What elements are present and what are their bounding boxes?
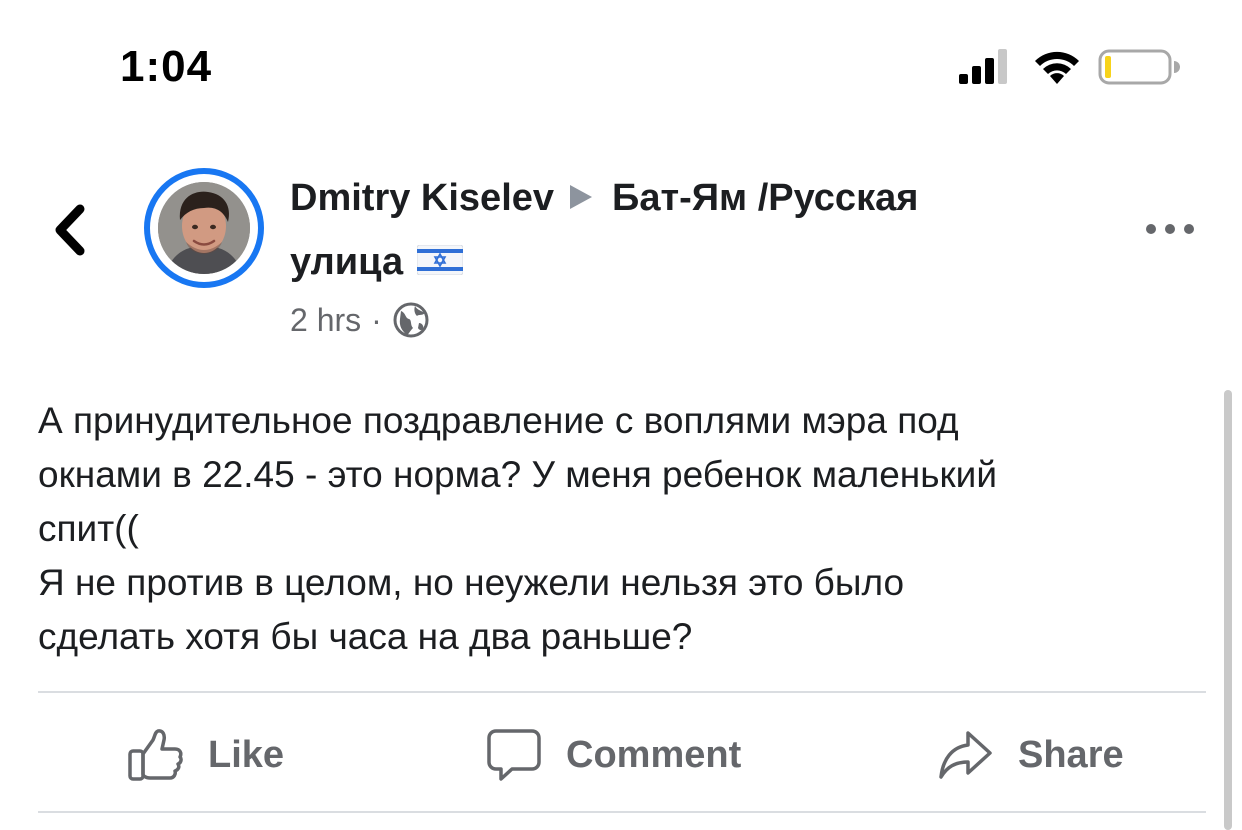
divider — [38, 691, 1206, 693]
post-text-line: Я не против в целом, но неужели нельзя э… — [38, 562, 905, 603]
comment-button[interactable]: Comment — [486, 722, 741, 788]
post-header-title: Dmitry Kiselev Бат-Ям /Русская улица — [290, 166, 1050, 294]
status-time: 1:04 — [120, 42, 213, 91]
group-name-line1: Бат-Ям /Русская — [612, 177, 919, 219]
share-label: Share — [1018, 733, 1124, 776]
author-name[interactable]: Dmitry Kiselev — [290, 177, 554, 219]
wifi-icon — [1035, 51, 1079, 84]
post-text-line: спит(( — [38, 508, 139, 549]
author-avatar[interactable] — [144, 168, 264, 288]
share-arrow-icon — [939, 731, 992, 779]
post-text: А принудительное поздравление с воплями … — [38, 394, 1208, 664]
israel-flag-icon — [417, 244, 464, 275]
cellular-signal-icon — [959, 49, 1007, 84]
post-text-line: А принудительное поздравление с воплями … — [38, 400, 959, 441]
more-options-button[interactable] — [1140, 214, 1200, 244]
back-button[interactable] — [40, 195, 100, 265]
post-timestamp[interactable]: 2 hrs — [290, 302, 361, 338]
globe-icon[interactable] — [392, 301, 430, 339]
status-bar: 1:04 — [0, 0, 1242, 130]
post-text-line: окнами в 22.45 - это норма? У меня ребен… — [38, 454, 998, 495]
group-name-line2: улица — [290, 241, 404, 283]
post-meta: 2 hrs · — [290, 300, 430, 342]
like-label: Like — [208, 733, 285, 776]
avatar-photo — [158, 182, 250, 274]
meta-separator: · — [371, 302, 382, 338]
divider — [38, 811, 1206, 813]
post-text-line: сделать хотя бы часа на два раньше? — [38, 616, 693, 657]
shared-to-arrow-icon — [570, 184, 593, 209]
scrollbar[interactable] — [1224, 390, 1232, 830]
share-button[interactable]: Share — [938, 722, 1124, 788]
like-button[interactable]: Like — [126, 722, 284, 788]
comment-bubble-icon — [487, 729, 541, 781]
thumbs-up-icon — [128, 729, 183, 781]
comment-label: Comment — [566, 733, 742, 776]
battery-low-icon — [1098, 49, 1180, 85]
